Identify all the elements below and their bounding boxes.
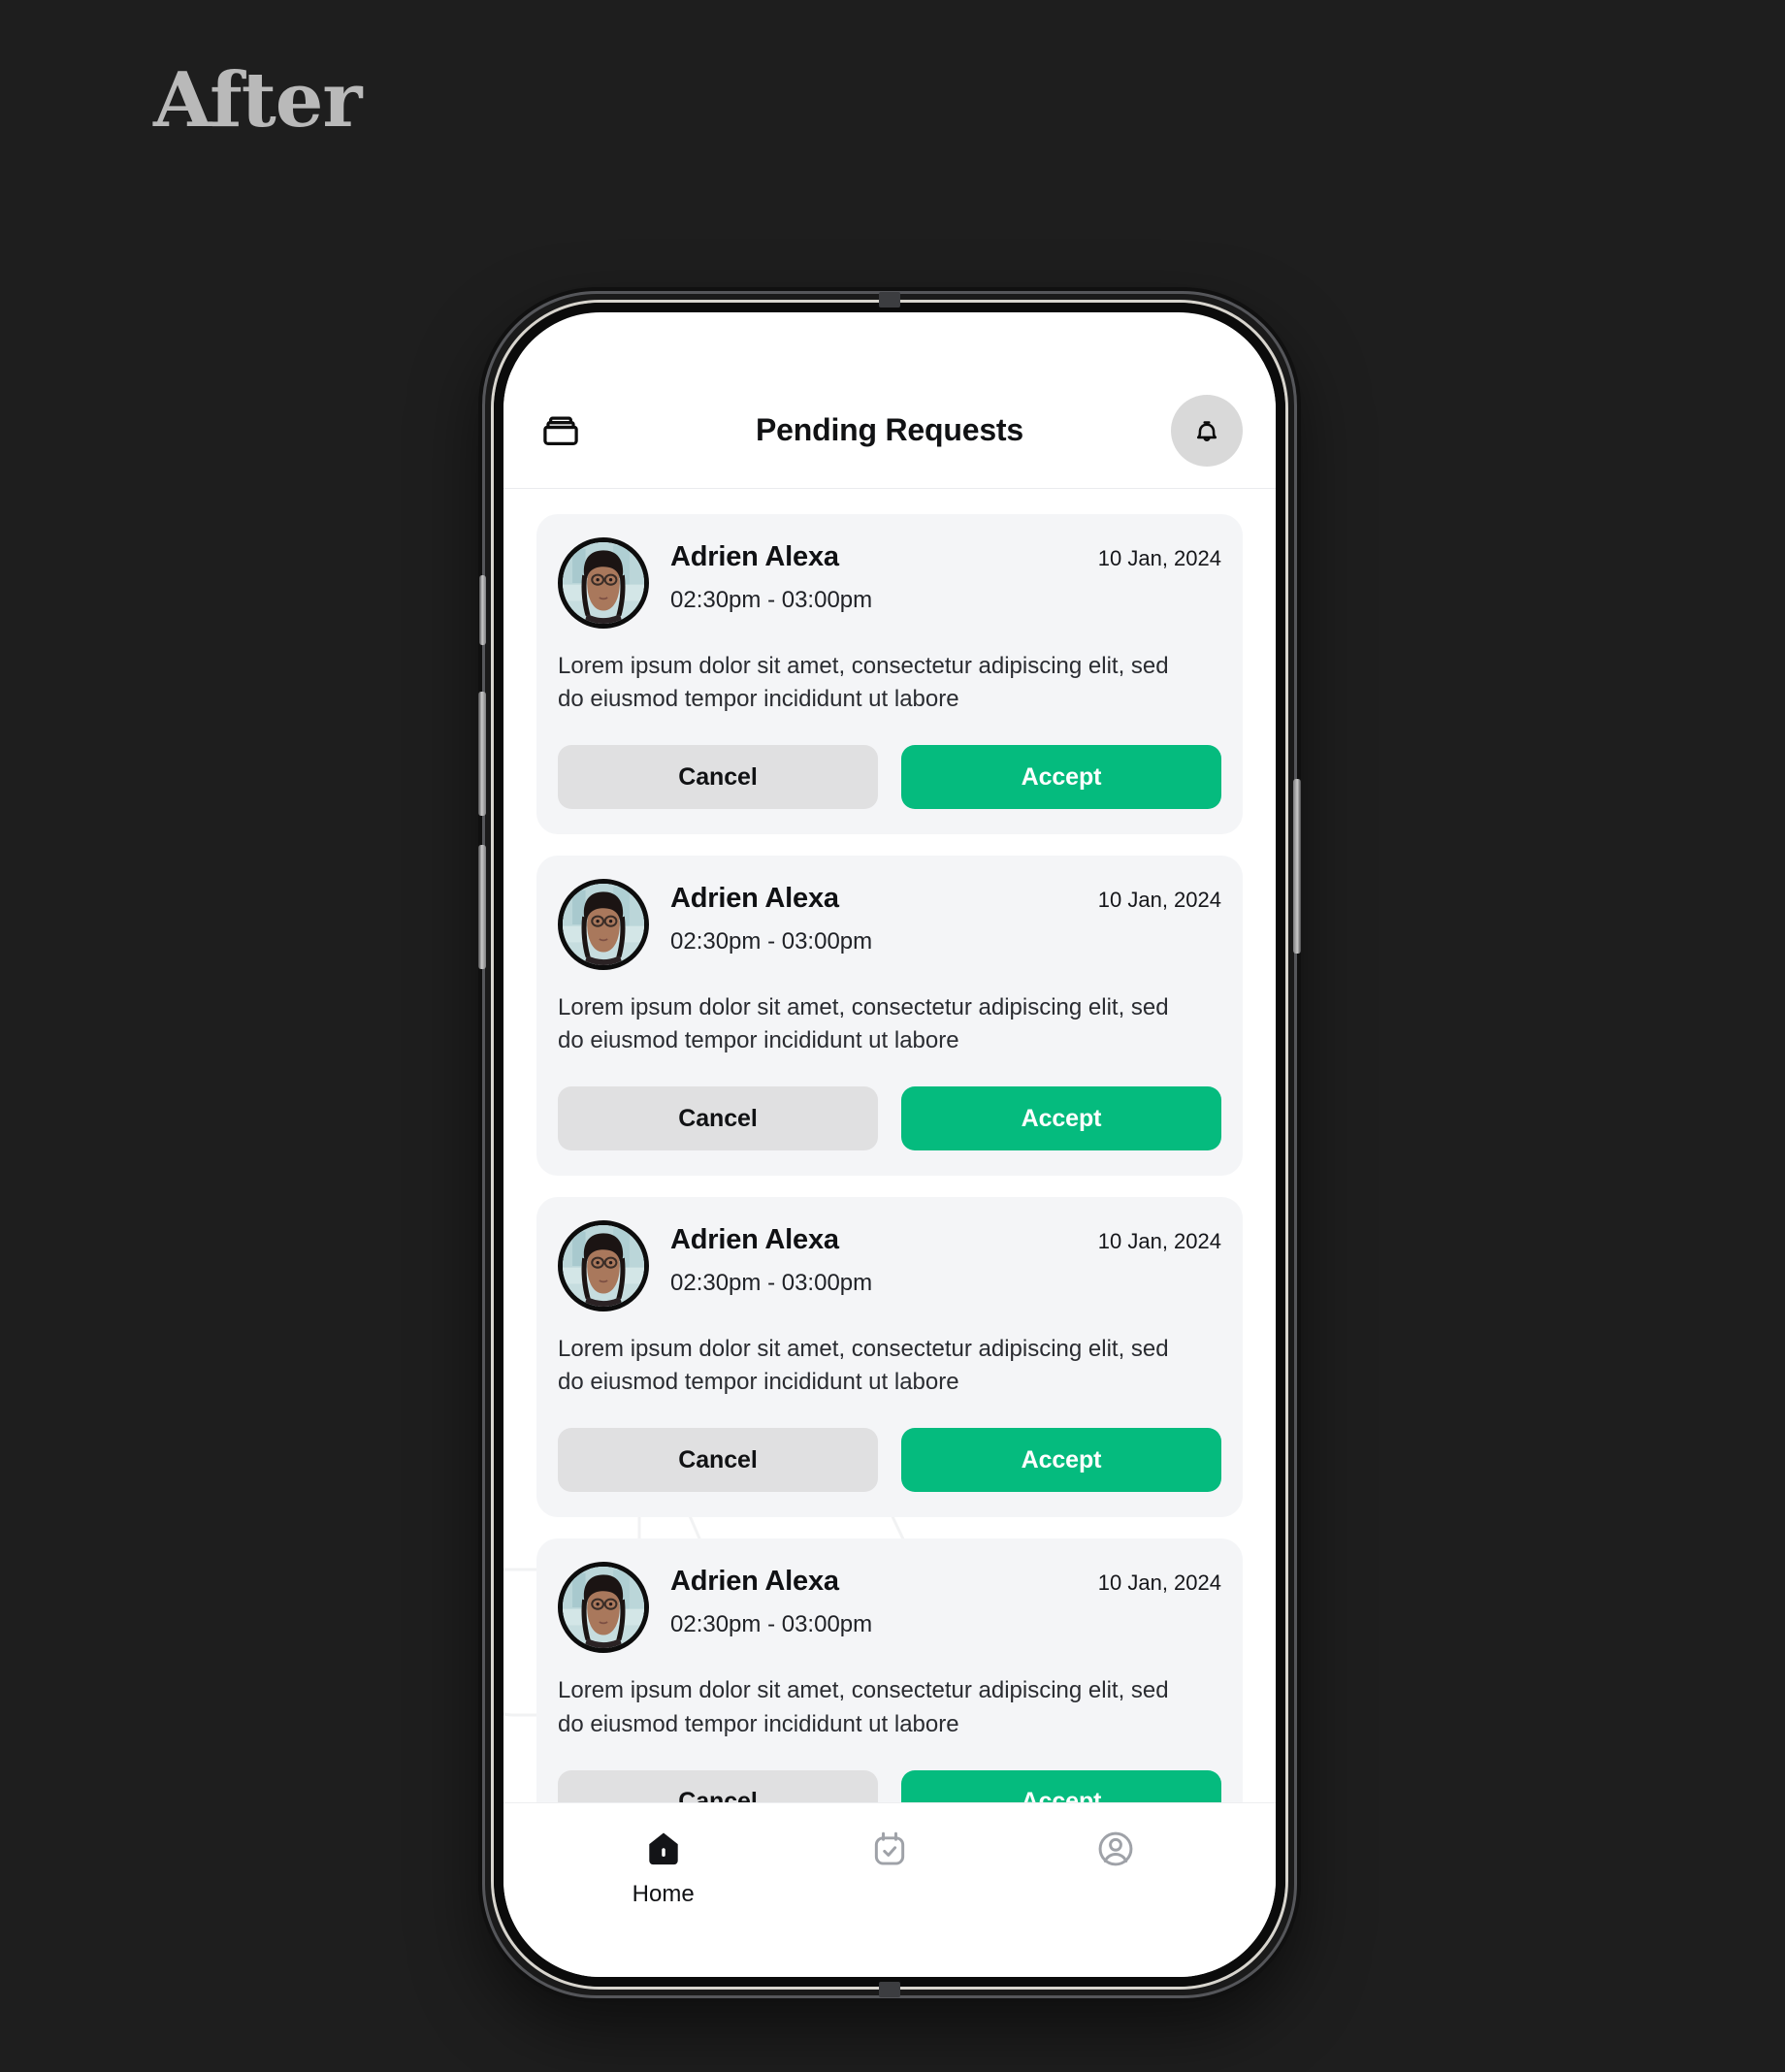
request-description: Lorem ipsum dolor sit amet, consectetur … [558,994,1169,1054]
request-date: 10 Jan, 2024 [1097,1229,1221,1254]
power-button[interactable] [1293,779,1301,954]
user-photo-avatar [563,1225,644,1308]
request-date: 10 Jan, 2024 [1097,546,1221,570]
phone-bottom-antenna-line [879,1982,900,1997]
request-description: Lorem ipsum dolor sit amet, consectetur … [558,653,1169,713]
volume-up-button[interactable] [478,692,486,816]
cancel-button[interactable]: Cancel [558,745,878,810]
avatar [558,1220,649,1312]
cancel-button[interactable]: Cancel [558,1086,878,1151]
user-photo-avatar [563,1567,644,1649]
request-meta: Adrien Alexa 10 Jan, 2024 02:30pm - 03:0… [670,1562,1221,1638]
bell-icon [1196,420,1217,441]
phone-top-antenna-line [879,292,900,308]
app-logo[interactable] [538,408,583,453]
request-meta: Adrien Alexa 10 Jan, 2024 02:30pm - 03:0… [670,1220,1221,1297]
request-description: Lorem ipsum dolor sit amet, consectetur … [558,1336,1169,1396]
requester-name: Adrien Alexa [670,541,839,572]
home-icon [648,1832,678,1865]
accept-button[interactable]: Accept [901,1428,1221,1493]
request-card[interactable]: Adrien Alexa 10 Jan, 2024 02:30pm - 03:0… [536,856,1243,1177]
nav-item-schedule[interactable] [776,1829,1002,1881]
request-meta: Adrien Alexa 10 Jan, 2024 02:30pm - 03:0… [670,879,1221,955]
nav-item-profile[interactable] [1003,1829,1229,1881]
request-card-header: Adrien Alexa 10 Jan, 2024 02:30pm - 03:0… [558,1562,1221,1654]
silent-switch-button[interactable] [479,575,486,645]
request-actions: Cancel Accept [558,1428,1221,1493]
request-time-range: 02:30pm - 03:00pm [670,1611,873,1638]
request-card-header: Adrien Alexa 10 Jan, 2024 02:30pm - 03:0… [558,879,1221,971]
notifications-button[interactable] [1171,394,1243,467]
user-photo-avatar [563,884,644,966]
nav-item-home[interactable]: Home [550,1829,776,1908]
accept-button[interactable]: Accept [901,745,1221,810]
volume-down-button[interactable] [478,845,486,969]
request-time-range: 02:30pm - 03:00pm [670,587,873,613]
stacked-box-icon [543,416,578,445]
requester-name: Adrien Alexa [670,1566,839,1598]
request-meta: Adrien Alexa 10 Jan, 2024 02:30pm - 03:0… [670,537,1221,614]
request-time-range: 02:30pm - 03:00pm [670,928,873,955]
pending-requests-list[interactable]: Adrien Alexa 10 Jan, 2024 02:30pm - 03:0… [503,489,1276,1851]
bottom-navigation: Home [503,1802,1276,1977]
request-actions: Cancel Accept [558,745,1221,810]
calendar-check-icon [874,1831,905,1865]
request-time-range: 02:30pm - 03:00pm [670,1270,873,1297]
avatar [558,1562,649,1654]
request-card-header: Adrien Alexa 10 Jan, 2024 02:30pm - 03:0… [558,537,1221,629]
request-actions: Cancel Accept [558,1086,1221,1151]
user-photo-avatar [563,542,644,624]
avatar [558,537,649,629]
page-title: Pending Requests [756,412,1023,447]
after-caption: After [153,56,362,145]
request-card-header: Adrien Alexa 10 Jan, 2024 02:30pm - 03:0… [558,1220,1221,1312]
app-header: Pending Requests [503,372,1276,489]
cancel-button[interactable]: Cancel [558,1428,878,1493]
requester-name: Adrien Alexa [670,1224,839,1256]
phone-screen: Pending Requests Adrien Alexa 10 Jan, 20… [503,312,1276,1977]
request-card[interactable]: Adrien Alexa 10 Jan, 2024 02:30pm - 03:0… [536,1197,1243,1518]
nav-item-home-label: Home [632,1881,695,1907]
screenshot-stage: After Pending Requests Adrien Alexa 10 J… [0,0,1785,2072]
request-card[interactable]: Adrien Alexa 10 Jan, 2024 02:30pm - 03:0… [536,514,1243,835]
request-date: 10 Jan, 2024 [1097,888,1221,913]
request-description: Lorem ipsum dolor sit amet, consectetur … [558,1677,1169,1737]
avatar [558,879,649,971]
phone-frame: Pending Requests Adrien Alexa 10 Jan, 20… [478,291,1301,1998]
requester-name: Adrien Alexa [670,883,839,915]
accept-button[interactable]: Accept [901,1086,1221,1151]
request-date: 10 Jan, 2024 [1097,1570,1221,1596]
user-circle-icon [1098,1831,1133,1866]
